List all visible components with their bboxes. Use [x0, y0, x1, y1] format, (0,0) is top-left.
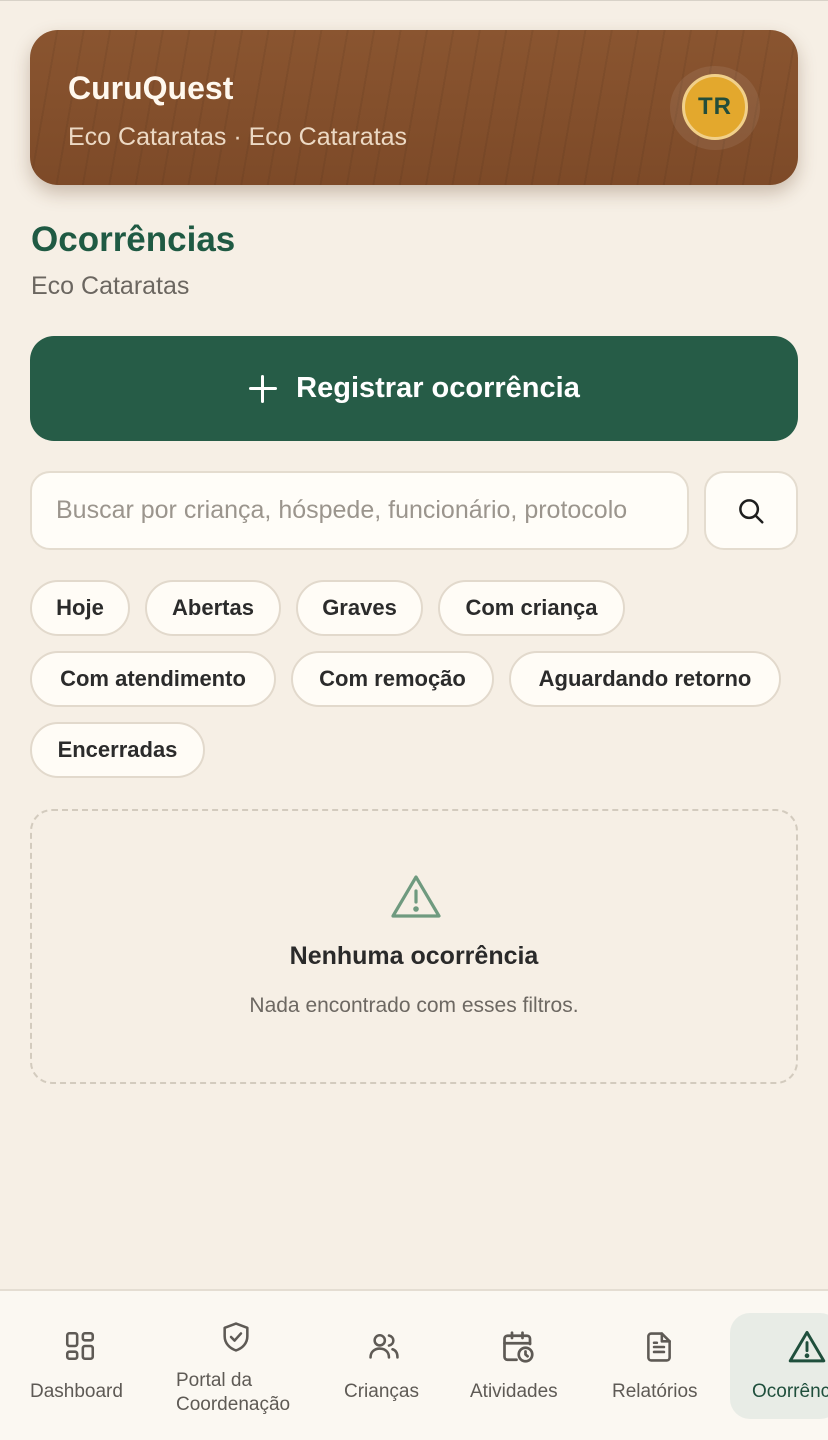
filter-chip-abertas[interactable]: Abertas	[145, 580, 281, 636]
empty-state-title: Nenhuma ocorrência	[289, 942, 539, 970]
document-icon	[647, 1332, 671, 1362]
app-subtitle: Eco Cataratas · Eco Cataratas	[68, 123, 408, 151]
empty-state-description: Nada encontrado com esses filtros.	[249, 994, 579, 1017]
register-occurrence-button[interactable]: Registrar ocorrência	[30, 336, 798, 441]
nav-item-portal-coordenacao[interactable]: Portal da Coordenação	[160, 1291, 320, 1440]
nav-label-ocorrencias: Ocorrências	[752, 1381, 828, 1402]
nav-label-criancas: Crianças	[344, 1381, 419, 1402]
bottom-navigation: Dashboard Portal da Coordenação Crianças	[0, 1289, 828, 1440]
search-input[interactable]	[30, 471, 689, 550]
dashboard-icon	[65, 1331, 95, 1361]
filter-chip-hoje[interactable]: Hoje	[30, 580, 130, 636]
nav-item-dashboard[interactable]: Dashboard	[0, 1291, 160, 1440]
nav-item-criancas[interactable]: Crianças	[320, 1291, 450, 1440]
page-subtitle: Eco Cataratas	[31, 272, 190, 300]
shield-check-icon	[223, 1322, 249, 1352]
filter-chip-encerradas[interactable]: Encerradas	[30, 722, 205, 778]
empty-state: Nenhuma ocorrência Nada encontrado com e…	[30, 809, 798, 1084]
plus-icon	[248, 374, 278, 404]
page: CuruQuest Eco Cataratas · Eco Cataratas …	[0, 0, 828, 1440]
nav-label-relatorios: Relatórios	[612, 1381, 698, 1402]
page-title: Ocorrências	[31, 220, 236, 259]
warning-icon	[391, 875, 441, 918]
filter-chip-graves[interactable]: Graves	[296, 580, 423, 636]
app-header-card: CuruQuest Eco Cataratas · Eco Cataratas …	[30, 30, 798, 185]
users-icon	[369, 1333, 399, 1359]
search-button[interactable]	[704, 471, 798, 550]
app-title: CuruQuest	[68, 70, 234, 106]
search-icon	[739, 498, 764, 523]
calendar-clock-icon	[503, 1331, 534, 1363]
nav-label-atividades: Atividades	[470, 1381, 558, 1402]
register-occurrence-label: Registrar ocorrência	[296, 372, 580, 404]
filter-chip-com-remocao[interactable]: Com remoção	[291, 651, 494, 707]
filter-chip-aguardando-retorno[interactable]: Aguardando retorno	[509, 651, 781, 707]
filter-chip-com-crianca[interactable]: Com criança	[438, 580, 625, 636]
avatar[interactable]: TR	[682, 74, 748, 140]
nav-item-relatorios[interactable]: Relatórios	[590, 1291, 730, 1440]
nav-item-ocorrencias[interactable]: Ocorrências	[730, 1291, 828, 1440]
nav-item-atividades[interactable]: Atividades	[450, 1291, 590, 1440]
nav-label-portal-coordenacao: Portal da Coordenação	[176, 1370, 291, 1415]
nav-label-dashboard: Dashboard	[30, 1381, 123, 1402]
warning-icon	[788, 1330, 826, 1363]
filter-chip-com-atendimento[interactable]: Com atendimento	[30, 651, 276, 707]
